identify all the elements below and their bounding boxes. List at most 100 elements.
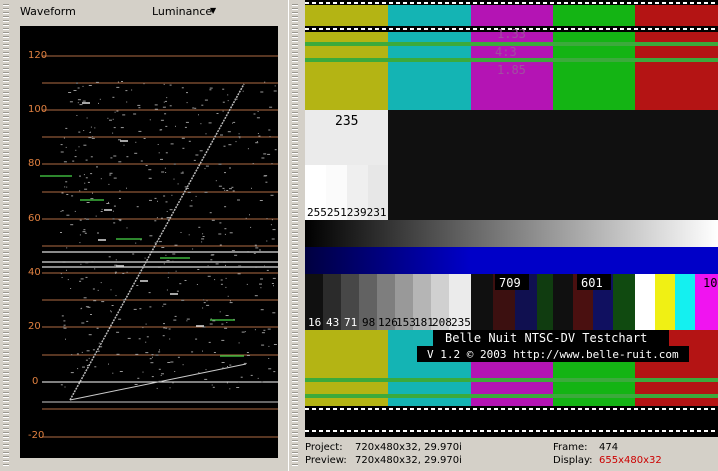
scope-noise-dot bbox=[97, 232, 99, 234]
ratio-label: 1.85 bbox=[497, 63, 526, 77]
scope-noise-dot bbox=[171, 194, 173, 196]
scope-noise-dot bbox=[142, 327, 144, 329]
scope-noise-dot bbox=[259, 200, 263, 201]
scope-noise-dot bbox=[252, 163, 254, 164]
project-label: Project: bbox=[305, 442, 343, 453]
ratio-label: 1.33 bbox=[497, 27, 526, 41]
scale-label: 20 bbox=[28, 321, 41, 332]
gray-step-label: 126 bbox=[378, 316, 398, 329]
scope-noise-dot bbox=[115, 273, 117, 274]
scope-noise-dot bbox=[204, 99, 208, 101]
scope-noise-dot bbox=[209, 87, 213, 89]
scope-noise-dot bbox=[160, 217, 163, 219]
scope-noise-dot bbox=[197, 269, 200, 270]
scope-noise-dot bbox=[235, 141, 237, 143]
scope-noise-dot bbox=[113, 222, 116, 224]
scope-noise-dot bbox=[154, 108, 158, 110]
scope-noise-dot bbox=[135, 242, 137, 244]
scope-noise-dot bbox=[88, 334, 92, 336]
scope-noise-dot bbox=[77, 102, 79, 104]
preview-value: 720x480x32, 29.970i bbox=[355, 455, 462, 466]
scope-noise-dot bbox=[229, 388, 231, 390]
scope-noise-dot bbox=[211, 219, 215, 221]
scope-noise-dot bbox=[157, 200, 158, 202]
scope-noise-dot bbox=[96, 327, 99, 329]
scope-noise-dot bbox=[238, 342, 240, 344]
scope-noise-dot bbox=[202, 350, 203, 352]
scope-noise-dot bbox=[204, 191, 208, 193]
scope-noise-dot bbox=[157, 144, 159, 145]
scope-noise-dot bbox=[226, 381, 229, 383]
scope-noise-dot bbox=[106, 203, 110, 204]
scope-noise-dot bbox=[221, 362, 225, 363]
scope-noise-dot bbox=[149, 306, 152, 308]
scope-noise-dot bbox=[60, 151, 64, 153]
scope-noise-dot bbox=[264, 81, 266, 83]
scope-noise-dot bbox=[79, 234, 81, 236]
scope-noise-dot bbox=[179, 283, 182, 285]
scope-noise-dot bbox=[86, 218, 89, 220]
scope-noise-dot bbox=[88, 137, 92, 139]
scope-noise-dot bbox=[241, 331, 245, 333]
scope-noise-dot bbox=[253, 252, 256, 254]
chevron-down-icon[interactable]: ▼ bbox=[210, 6, 216, 15]
scope-noise-dot bbox=[203, 299, 205, 301]
scope-noise-dot bbox=[81, 322, 85, 324]
scope-noise-dot bbox=[233, 121, 236, 123]
scope-noise-dot bbox=[172, 382, 174, 384]
scope-noise-dot bbox=[113, 205, 116, 207]
scope-noise-dot bbox=[90, 156, 93, 158]
scope-noise-dot bbox=[219, 244, 222, 246]
scope-noise-dot bbox=[137, 104, 141, 106]
scope-noise-dot bbox=[149, 235, 153, 237]
scope-noise-dot bbox=[170, 143, 174, 145]
scope-noise-dot bbox=[110, 311, 112, 313]
scope-noise-dot bbox=[81, 351, 83, 353]
scope-noise-dot bbox=[145, 165, 148, 166]
scope-noise-dot bbox=[92, 349, 95, 351]
scope-noise-dot bbox=[113, 155, 117, 157]
scope-noise-dot bbox=[83, 130, 85, 131]
scope-noise-dot bbox=[192, 107, 195, 109]
scope-noise-dot bbox=[135, 353, 139, 355]
scope-noise-dot bbox=[272, 312, 276, 314]
scope-noise-dot bbox=[193, 159, 196, 161]
scope-noise-dot bbox=[143, 83, 145, 85]
scope-noise-dot bbox=[200, 123, 202, 125]
scope-mode-dropdown[interactable]: Luminance bbox=[152, 5, 212, 18]
scope-noise-dot bbox=[238, 136, 241, 138]
scope-noise-dot bbox=[109, 172, 113, 174]
scope-noise-dot bbox=[234, 254, 238, 256]
scope-noise-dot bbox=[273, 90, 277, 92]
scope-noise-dot bbox=[146, 336, 149, 338]
scope-noise-dot bbox=[138, 130, 142, 132]
scope-noise-dot bbox=[62, 261, 66, 263]
scope-noise-dot bbox=[167, 277, 169, 279]
scope-noise-dot bbox=[152, 356, 153, 358]
scope-noise-dot bbox=[144, 257, 146, 259]
scope-noise-dot bbox=[261, 344, 265, 346]
scope-noise-dot bbox=[254, 329, 256, 331]
scope-noise-dot bbox=[268, 358, 270, 359]
panel-grip-handle[interactable] bbox=[3, 2, 9, 468]
scope-noise-dot bbox=[173, 163, 176, 165]
scope-noise-dot bbox=[65, 127, 68, 129]
scope-noise-dot bbox=[65, 181, 68, 183]
scope-noise-dot bbox=[255, 245, 257, 247]
scope-noise-dot bbox=[165, 172, 167, 173]
scope-noise-dot bbox=[108, 183, 110, 185]
gray-step-label: 43 bbox=[326, 316, 339, 329]
panel-grip-handle[interactable] bbox=[292, 2, 298, 468]
scope-noise-dot bbox=[225, 277, 227, 279]
scope-noise-dot bbox=[218, 163, 222, 165]
scope-noise-dot bbox=[112, 372, 114, 374]
scope-noise-dot bbox=[255, 266, 258, 268]
scope-noise-dot bbox=[92, 288, 95, 290]
scope-noise-dot bbox=[219, 222, 222, 224]
scope-noise-dot bbox=[216, 113, 219, 114]
scope-noise-dot bbox=[76, 353, 79, 355]
scope-noise-dot bbox=[126, 156, 129, 158]
scope-noise-dot bbox=[118, 139, 121, 141]
scope-noise-dot bbox=[158, 266, 161, 268]
scope-noise-dot bbox=[66, 194, 69, 195]
